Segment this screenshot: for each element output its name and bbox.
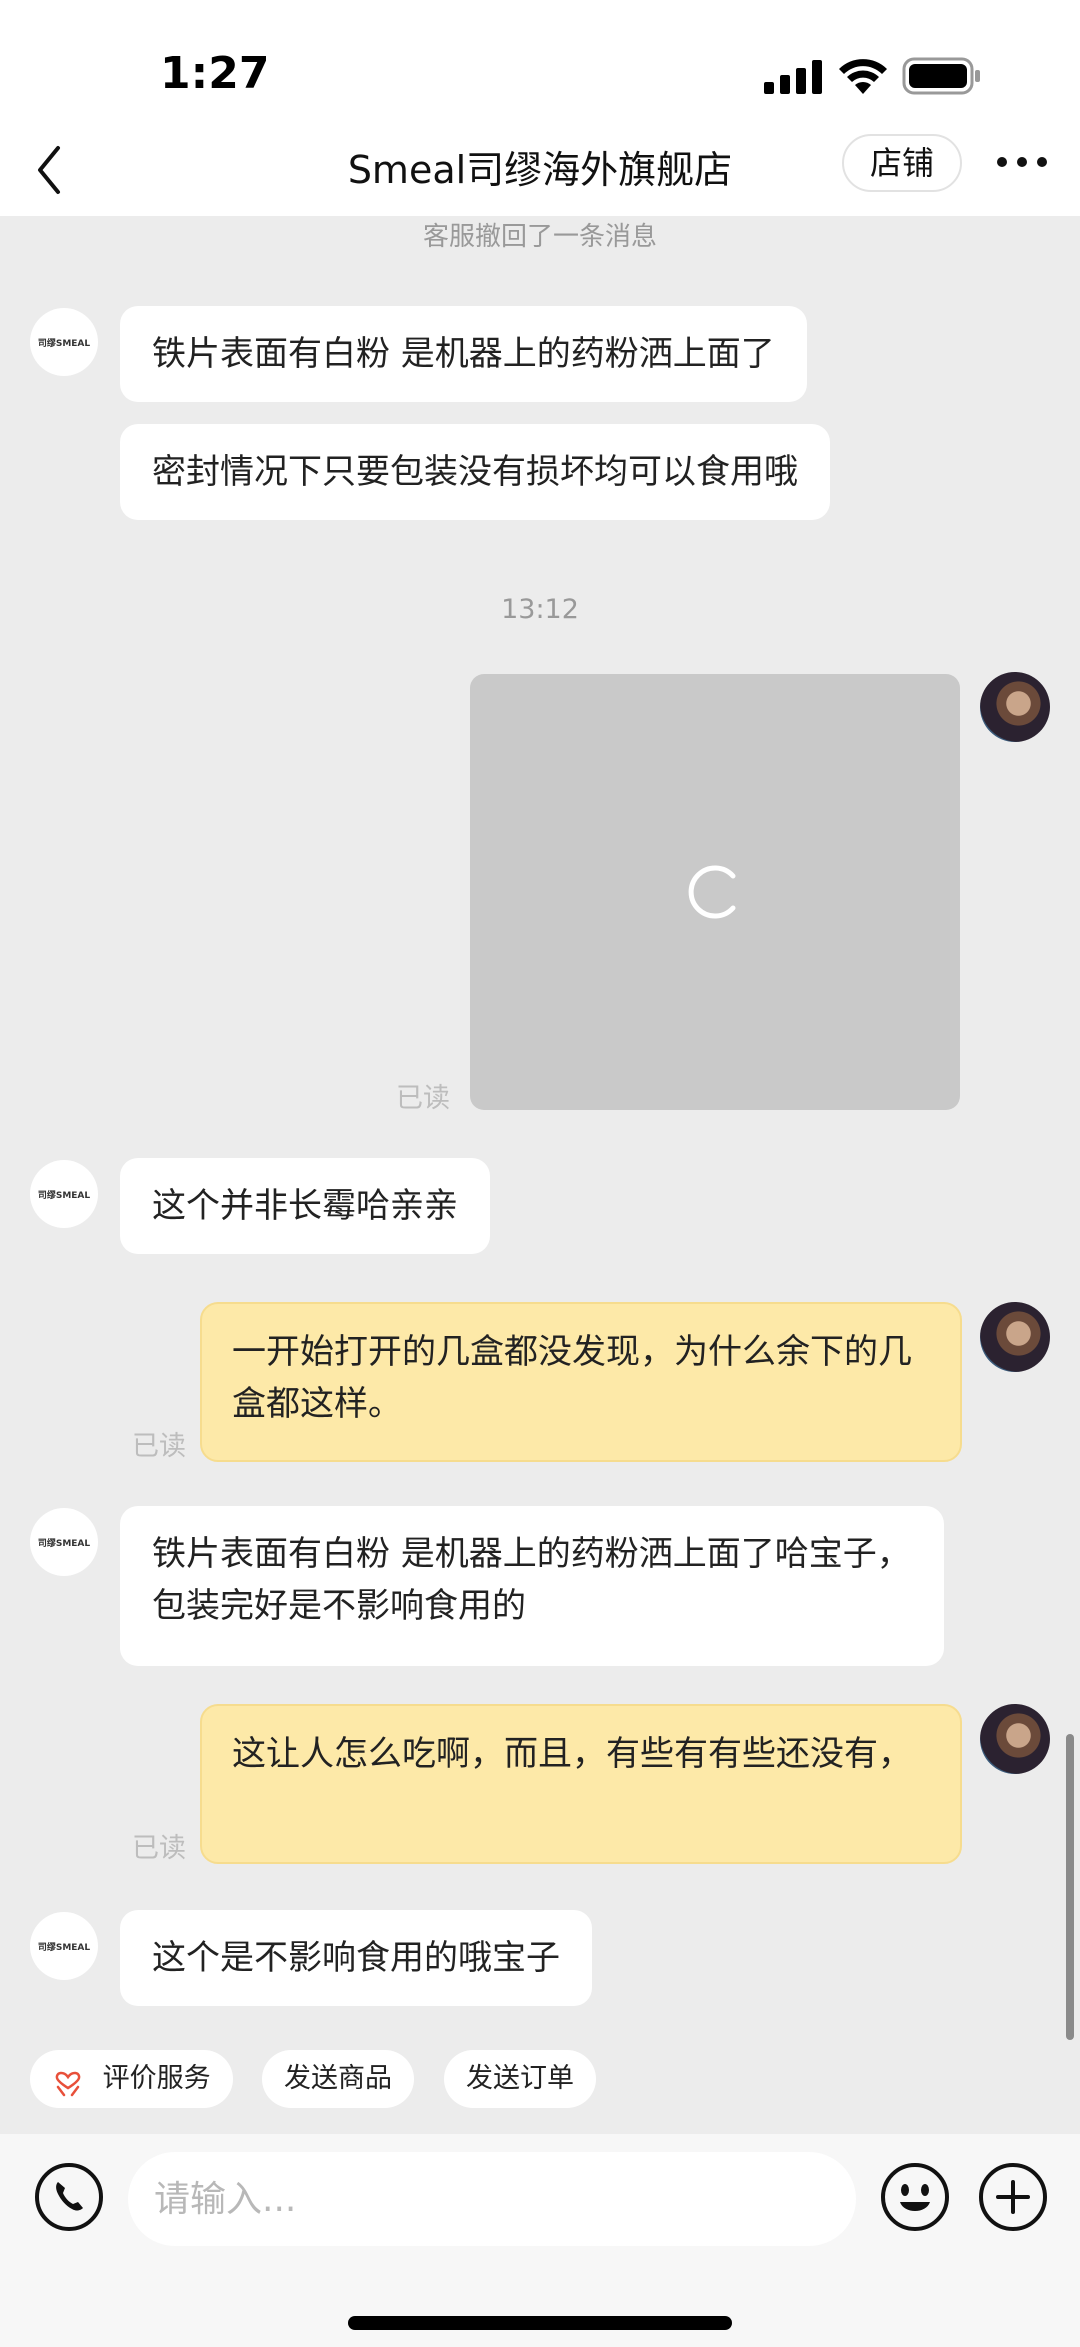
shop-avatar-text: 司缪SMEAL bbox=[37, 1538, 91, 1549]
input-bar bbox=[0, 2134, 1080, 2347]
emoji-icon[interactable] bbox=[880, 2162, 950, 2232]
outgoing-message[interactable]: 一开始打开的几盒都没发现，为什么余下的几盒都这样。 bbox=[200, 1302, 962, 1462]
user-avatar[interactable] bbox=[980, 1704, 1050, 1774]
battery-icon bbox=[902, 57, 980, 95]
shop-avatar-text: 司缪SMEAL bbox=[37, 338, 91, 349]
chat-area[interactable]: 客服撤回了一条消息 司缪SMEAL 铁片表面有白粉 是机器上的药粉洒上面了 密封… bbox=[0, 216, 1080, 2134]
send-order-button[interactable]: 发送订单 bbox=[444, 2050, 596, 2108]
rate-service-button[interactable]: 评价服务 bbox=[30, 2050, 233, 2108]
shop-avatar[interactable]: 司缪SMEAL bbox=[30, 308, 98, 376]
quick-actions: 评价服务 发送商品 发送订单 bbox=[0, 2050, 1080, 2114]
heart-hands-icon bbox=[55, 2071, 81, 2096]
incoming-message[interactable]: 密封情况下只要包装没有损坏均可以食用哦 bbox=[120, 424, 830, 520]
shop-avatar[interactable]: 司缪SMEAL bbox=[30, 1912, 98, 1980]
shop-avatar-text: 司缪SMEAL bbox=[37, 1942, 91, 1953]
status-time: 1:27 bbox=[160, 48, 270, 99]
signal-icon bbox=[764, 60, 822, 94]
incoming-message[interactable]: 这个并非长霉哈亲亲 bbox=[120, 1158, 490, 1254]
more-icon[interactable] bbox=[994, 152, 1050, 172]
message-timestamp: 13:12 bbox=[501, 594, 579, 625]
user-avatar[interactable] bbox=[980, 1302, 1050, 1372]
read-status: 已读 bbox=[396, 1083, 450, 1114]
shop-avatar[interactable]: 司缪SMEAL bbox=[30, 1160, 98, 1228]
phone-icon[interactable] bbox=[34, 2162, 104, 2232]
incoming-message[interactable]: 铁片表面有白粉 是机器上的药粉洒上面了哈宝子，包装完好是不影响食用的 bbox=[120, 1506, 944, 1666]
store-button[interactable]: 店铺 bbox=[842, 134, 962, 192]
read-status: 已读 bbox=[132, 1833, 186, 1864]
incoming-message[interactable]: 这个是不影响食用的哦宝子 bbox=[120, 1910, 592, 2006]
status-bar: 1:27 bbox=[0, 0, 1080, 130]
incoming-message[interactable]: 铁片表面有白粉 是机器上的药粉洒上面了 bbox=[120, 306, 807, 402]
send-product-button[interactable]: 发送商品 bbox=[262, 2050, 414, 2108]
scrollbar[interactable] bbox=[1066, 1734, 1074, 2040]
wifi-icon bbox=[839, 59, 887, 94]
rate-service-label: 评价服务 bbox=[102, 2063, 211, 2094]
nav-bar: Smeal司缪海外旗舰店 店铺 bbox=[0, 130, 1080, 216]
home-indicator[interactable] bbox=[348, 2316, 732, 2330]
message-input[interactable] bbox=[128, 2152, 856, 2246]
outgoing-message[interactable]: 这让人怎么吃啊，而且，有些有有些还没有， bbox=[200, 1704, 962, 1864]
read-status: 已读 bbox=[132, 1431, 186, 1462]
loading-spinner-icon bbox=[688, 865, 736, 919]
image-message[interactable] bbox=[470, 674, 960, 1110]
plus-icon[interactable] bbox=[978, 2162, 1048, 2232]
user-avatar[interactable] bbox=[980, 672, 1050, 742]
shop-avatar[interactable]: 司缪SMEAL bbox=[30, 1508, 98, 1576]
shop-avatar-text: 司缪SMEAL bbox=[37, 1190, 91, 1201]
recalled-message-note: 客服撤回了一条消息 bbox=[422, 222, 657, 252]
